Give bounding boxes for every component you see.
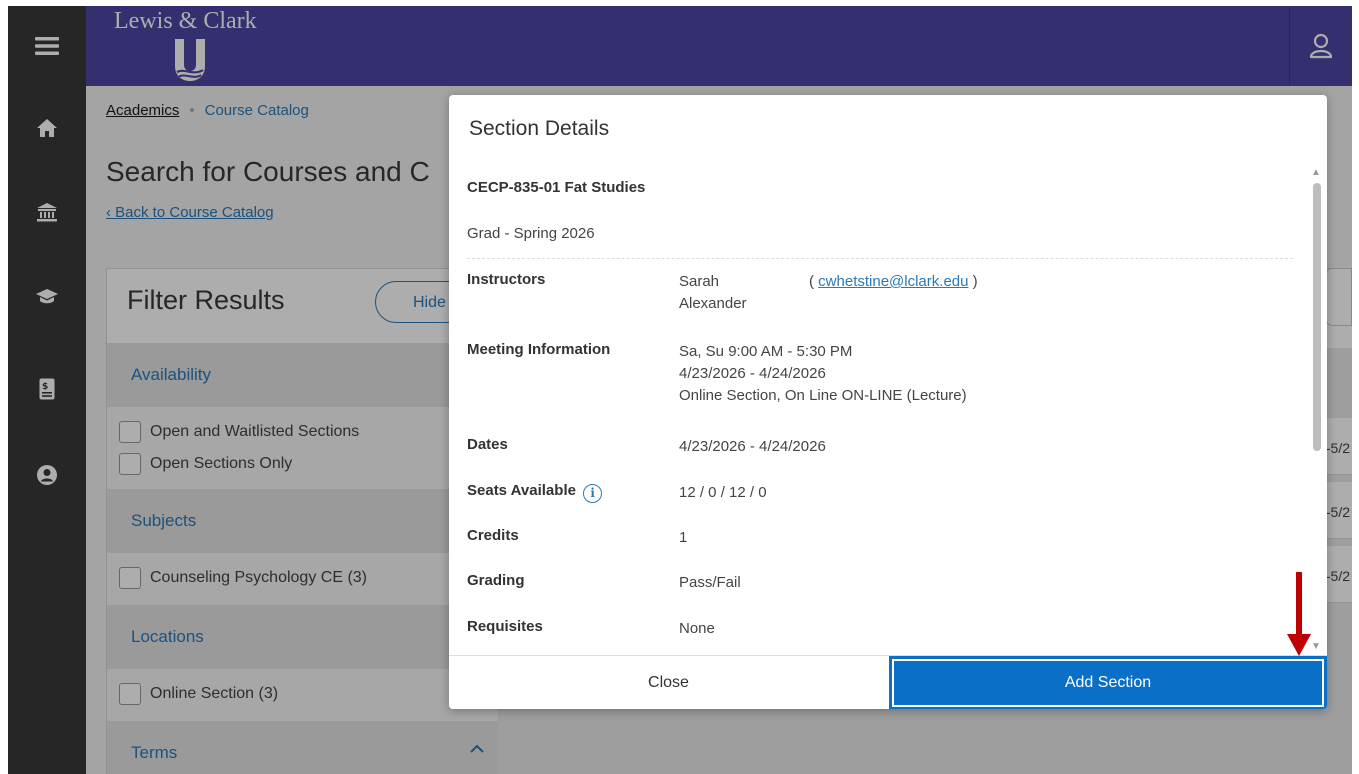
credits-label: Credits bbox=[467, 527, 519, 544]
seats-value: 12 / 0 / 12 / 0 bbox=[679, 484, 767, 501]
scroll-thumb[interactable] bbox=[1313, 183, 1321, 451]
instructor-email: ( cwhetstine@lclark.edu ) bbox=[809, 273, 978, 290]
section-details-dialog: Section Details CECP-835-01 Fat Studies … bbox=[449, 95, 1327, 709]
dates-value: 4/23/2026 - 4/24/2026 bbox=[679, 438, 826, 455]
dialog-body: CECP-835-01 Fat Studies Grad - Spring 20… bbox=[449, 165, 1309, 655]
course-name: CECP-835-01 Fat Studies bbox=[467, 179, 646, 196]
meeting-dates: 4/23/2026 - 4/24/2026 bbox=[679, 365, 826, 382]
dates-label: Dates bbox=[467, 436, 508, 453]
credits-value: 1 bbox=[679, 529, 688, 546]
grading-label: Grading bbox=[467, 572, 525, 589]
add-section-button[interactable]: Add Section bbox=[889, 656, 1327, 709]
scroll-down-icon[interactable]: ▼ bbox=[1311, 641, 1321, 652]
meeting-label: Meeting Information bbox=[467, 341, 611, 358]
close-button[interactable]: Close bbox=[449, 656, 888, 709]
meeting-location: Online Section, On Line ON-LINE (Lecture… bbox=[679, 387, 967, 404]
instructor-name: Sarah Alexander bbox=[679, 273, 747, 312]
seats-label: Seats Available bbox=[467, 482, 576, 499]
requisites-label: Requisites bbox=[467, 618, 543, 635]
instructors-label: Instructors bbox=[467, 271, 546, 288]
add-section-label: Add Section bbox=[892, 659, 1324, 707]
dialog-footer: Close Add Section bbox=[449, 655, 1327, 709]
scroll-up-icon[interactable]: ▲ bbox=[1311, 167, 1321, 178]
course-term: Grad - Spring 2026 bbox=[467, 225, 595, 242]
meeting-value: Sa, Su 9:00 AM - 5:30 PM 4/23/2026 - 4/2… bbox=[679, 341, 967, 407]
info-icon[interactable]: i bbox=[583, 484, 603, 503]
annotation-arrow-down-icon bbox=[1287, 572, 1311, 656]
instructor-email-link[interactable]: cwhetstine@lclark.edu bbox=[818, 273, 968, 290]
grading-value: Pass/Fail bbox=[679, 574, 741, 591]
meeting-days-time: Sa, Su 9:00 AM - 5:30 PM bbox=[679, 343, 853, 360]
app-frame: $ Lewis & Clark Academics • Course Catalog… bbox=[8, 6, 1352, 774]
seats-label-wrap: Seats Available i bbox=[467, 482, 603, 503]
dialog-title: Section Details bbox=[469, 117, 610, 140]
divider bbox=[467, 258, 1293, 259]
requisites-value: None bbox=[679, 620, 715, 637]
